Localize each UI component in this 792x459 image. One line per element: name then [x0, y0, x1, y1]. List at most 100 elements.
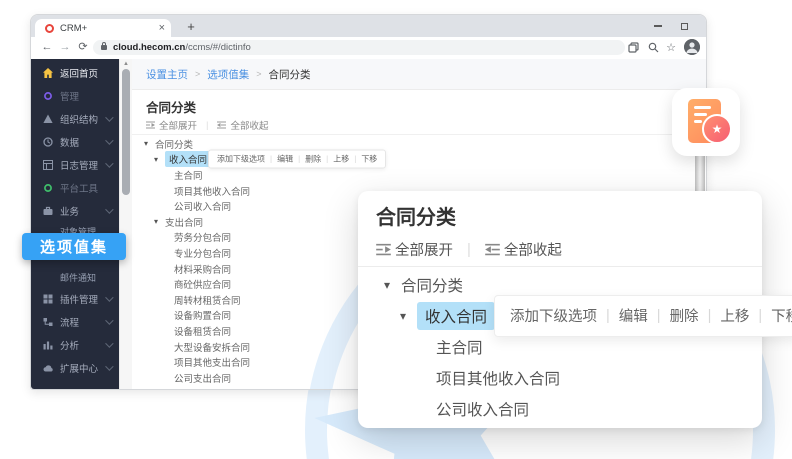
- address-bar[interactable]: cloud.hecom.cn/ccms/#/dictinfo: [93, 40, 625, 55]
- expand-all-icon: [146, 121, 155, 129]
- tree-item[interactable]: 项目其他收入合同: [358, 362, 762, 393]
- breadcrumb-separator: >: [256, 69, 261, 79]
- tab-close-icon[interactable]: ×: [159, 23, 165, 34]
- ring-purple-icon: [43, 91, 53, 101]
- tree-item[interactable]: 公司收入合同: [358, 393, 762, 424]
- sidebar-item-label: 业务: [60, 204, 105, 218]
- app-sidebar: 返回首页管理组织结构数据日志管理平台工具业务对象管理选项值集邮件通知插件管理流程…: [31, 59, 119, 389]
- sidebar-item-label: 扩展中心: [60, 361, 105, 375]
- caret-down-icon[interactable]: ▾: [154, 217, 165, 226]
- tree-item-label: 公司收入合同: [436, 398, 529, 420]
- page-canvas: ★ CRM+ × + ← → ⟳ cloud.hecom.cn/ccms/#/d…: [0, 0, 792, 459]
- action-separator: |: [758, 308, 762, 324]
- breadcrumb-item[interactable]: 选项值集: [207, 67, 249, 82]
- breadcrumb-item[interactable]: 设置主页: [146, 67, 188, 82]
- tab-title: CRM+: [60, 23, 159, 34]
- ring-green-icon: [43, 183, 53, 193]
- chevron-down-icon: [105, 339, 113, 347]
- expand-all-button[interactable]: 全部展开: [159, 118, 197, 132]
- url-path: /ccms/#/dictinfo: [185, 42, 250, 53]
- action-edit[interactable]: 编辑: [619, 305, 648, 326]
- action-separator: |: [708, 308, 712, 324]
- tree-item-label-selected: 收入合同: [417, 302, 495, 330]
- sidebar-item-mail-notification[interactable]: 邮件通知: [31, 268, 119, 287]
- toolbar-separator: |: [206, 120, 208, 131]
- action-separator: |: [298, 155, 300, 164]
- bookmark-star-icon[interactable]: ☆: [664, 39, 678, 56]
- sidebar-item-label: 日志管理: [60, 158, 105, 172]
- sidebar-item-extension-center[interactable]: 扩展中心: [31, 356, 119, 379]
- sidebar-item-plugin-management[interactable]: 插件管理: [31, 287, 119, 310]
- sidebar-item-flow[interactable]: 流程: [31, 310, 119, 333]
- action-delete[interactable]: 删除: [670, 305, 699, 326]
- sidebar-item-platform-tools[interactable]: 平台工具: [31, 176, 119, 199]
- flow-icon: [43, 317, 53, 327]
- caret-down-icon[interactable]: ▾: [154, 155, 165, 164]
- sidebar-item-home[interactable]: 返回首页: [31, 61, 119, 84]
- action-move-down[interactable]: 下移: [771, 305, 792, 326]
- sidebar-item-org-structure[interactable]: 组织结构: [31, 107, 119, 130]
- sidebar-item-label: 流程: [60, 315, 105, 329]
- zoom-icon[interactable]: [646, 39, 660, 56]
- chevron-down-icon: [105, 316, 113, 324]
- divider: [358, 266, 762, 267]
- tree-item[interactable]: 主合同: [132, 167, 706, 183]
- chart-icon: [43, 340, 53, 350]
- scrollbar-thumb[interactable]: [122, 69, 130, 195]
- tree-item[interactable]: 主合同: [358, 331, 762, 362]
- caret-down-icon[interactable]: ▾: [400, 309, 417, 323]
- tree-item[interactable]: ▾收入合同添加下级选项|编辑|删除|上移|下移: [358, 300, 762, 331]
- action-move-up[interactable]: 上移: [720, 305, 749, 326]
- action-add-child-option[interactable]: 添加下级选项: [510, 305, 597, 326]
- caret-down-icon[interactable]: ▾: [144, 139, 155, 148]
- sidebar-item-data[interactable]: 数据: [31, 130, 119, 153]
- sidebar-item-label: 数据: [60, 135, 105, 149]
- tree-toolbar: 全部展开 | 全部收起: [146, 118, 269, 132]
- sidebar-item-analysis[interactable]: 分析: [31, 333, 119, 356]
- action-move-down[interactable]: 下移: [361, 154, 377, 165]
- new-tab-button[interactable]: +: [181, 18, 201, 36]
- back-button[interactable]: ←: [39, 39, 55, 56]
- action-move-up[interactable]: 上移: [333, 154, 349, 165]
- org-icon: [43, 114, 53, 124]
- sidebar-item-label: 返回首页: [60, 66, 111, 80]
- action-delete[interactable]: 删除: [305, 154, 321, 165]
- tree-item[interactable]: ▾收入合同添加下级选项|编辑|删除|上移|下移: [132, 152, 706, 168]
- scrollbar-up-arrow[interactable]: ▲: [120, 61, 132, 67]
- sidebar-item-label: 组织结构: [60, 112, 105, 126]
- sidebar-item-label: 平台工具: [60, 181, 111, 195]
- action-add-child-option[interactable]: 添加下级选项: [217, 154, 265, 165]
- tree-item-label-selected: 收入合同: [165, 151, 211, 167]
- profile-avatar[interactable]: [684, 39, 700, 55]
- breadcrumb-separator: >: [195, 69, 200, 79]
- sidebar-item-log-management[interactable]: 日志管理: [31, 153, 119, 176]
- expand-all-button[interactable]: 全部展开: [395, 239, 453, 260]
- caret-down-icon[interactable]: ▾: [384, 278, 401, 292]
- forward-button[interactable]: →: [57, 39, 73, 56]
- action-separator: |: [657, 308, 661, 324]
- sidebar-item-admin[interactable]: 管理: [31, 84, 119, 107]
- sidebar-item-business[interactable]: 业务: [31, 199, 119, 222]
- tree-item-label: 支出合同: [165, 215, 203, 229]
- breadcrumb-item: 合同分类: [269, 67, 311, 82]
- pages-icon[interactable]: [626, 39, 640, 56]
- page-title: 合同分类: [146, 97, 196, 116]
- browser-tabstrip: CRM+ × +: [31, 15, 706, 37]
- reload-button[interactable]: ⟳: [75, 39, 91, 56]
- clock-icon: [43, 137, 53, 147]
- padlock-icon[interactable]: [101, 45, 107, 50]
- collapse-all-button[interactable]: 全部收起: [504, 239, 562, 260]
- sidebar-item-label: 插件管理: [60, 292, 105, 306]
- tree-item-label: 公司收入合同: [174, 199, 231, 213]
- option-value-set-callout[interactable]: 选项值集: [22, 233, 126, 260]
- action-edit[interactable]: 编辑: [277, 154, 293, 165]
- collapse-all-button[interactable]: 全部收起: [230, 118, 268, 132]
- window-maximize-button[interactable]: [681, 15, 688, 37]
- home-icon: [43, 68, 53, 78]
- star-badge-icon: ★: [702, 114, 732, 144]
- crm-favicon-icon: [45, 24, 54, 33]
- chevron-down-icon: [105, 293, 113, 301]
- overlay-category-tree: ▾合同分类▾收入合同添加下级选项|编辑|删除|上移|下移主合同项目其他收入合同公…: [358, 269, 762, 424]
- browser-tab[interactable]: CRM+ ×: [35, 19, 171, 37]
- window-minimize-button[interactable]: [654, 15, 662, 37]
